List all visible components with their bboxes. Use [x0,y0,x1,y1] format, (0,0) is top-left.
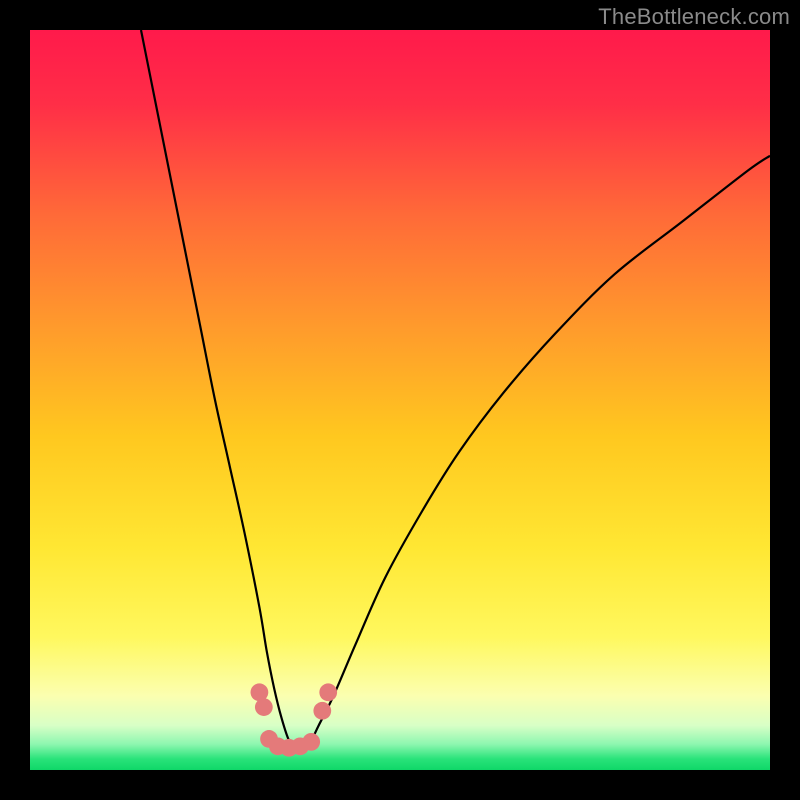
marker-dot [255,698,273,716]
marker-dot [313,702,331,720]
gradient-background [30,30,770,770]
marker-dot [302,733,320,751]
watermark-text: TheBottleneck.com [598,4,790,30]
chart-frame [30,30,770,770]
bottleneck-chart [30,30,770,770]
marker-dot [319,683,337,701]
